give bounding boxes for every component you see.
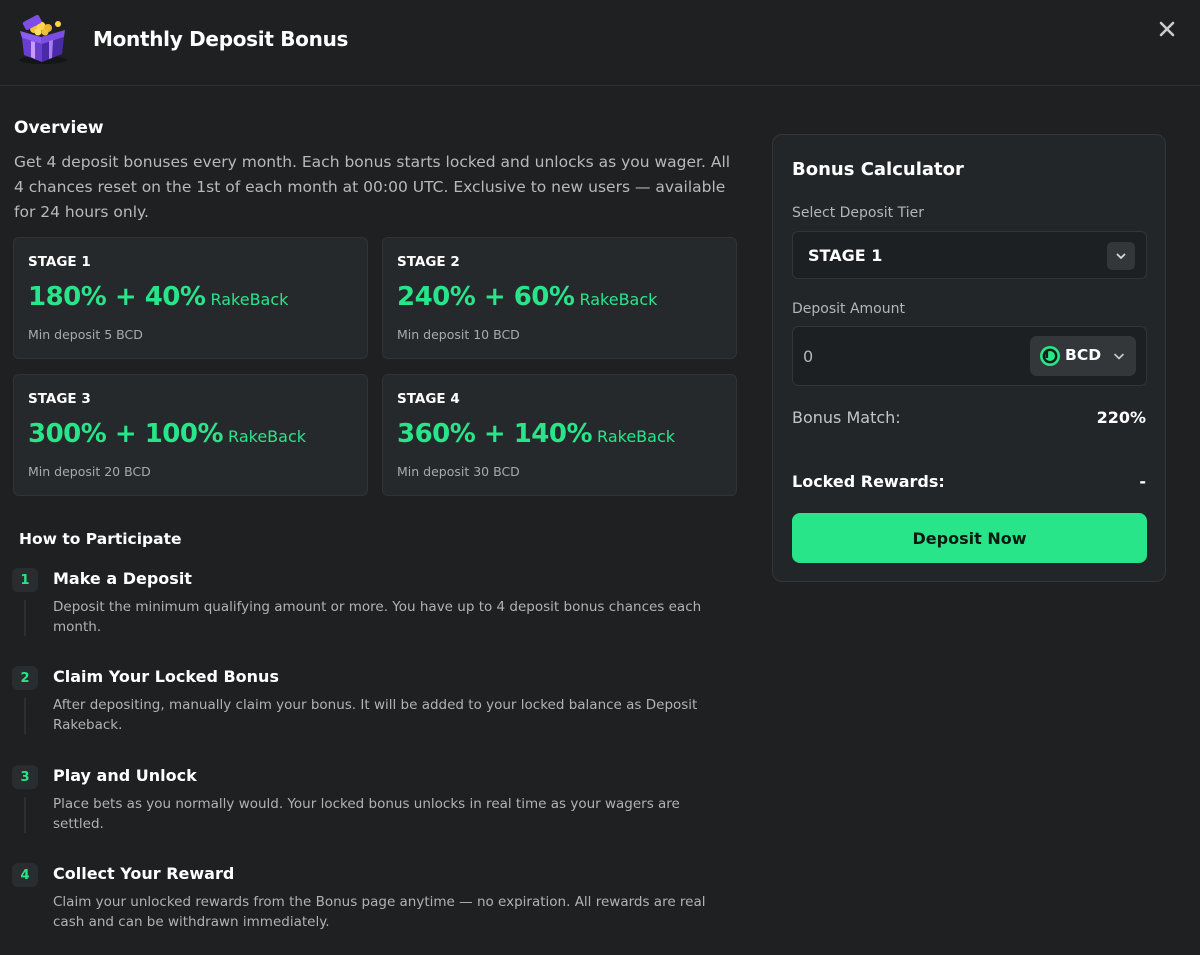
overview-heading: Overview: [14, 118, 104, 138]
stage-label: STAGE 4: [397, 391, 460, 407]
bonus-match-label: Bonus Match:: [792, 408, 901, 427]
step-number: 2: [12, 666, 38, 690]
stage-bonus: 180% + 40% RakeBack: [28, 282, 288, 312]
bonus-calculator-panel: Bonus Calculator Select Deposit Tier STA…: [772, 134, 1166, 582]
how-to-participate-heading: How to Participate: [19, 530, 182, 548]
chevron-down-icon: [1114, 353, 1124, 360]
modal-header: Monthly Deposit Bonus: [0, 0, 1200, 86]
amount-label: Deposit Amount: [792, 301, 905, 317]
deposit-amount-field: BCD: [792, 326, 1147, 386]
deposit-now-button[interactable]: Deposit Now: [792, 513, 1147, 563]
locked-rewards-label: Locked Rewards:: [792, 472, 945, 491]
gift-box-icon: [19, 14, 67, 64]
step-title: Claim Your Locked Bonus: [53, 667, 279, 686]
step-item: 4 Collect Your Reward Claim your unlocke…: [12, 863, 742, 943]
bcd-coin-icon: [1040, 346, 1060, 366]
stage-min-deposit: Min deposit 5 BCD: [28, 327, 143, 342]
step-description: Deposit the minimum qualifying amount or…: [53, 599, 702, 635]
step-title: Make a Deposit: [53, 569, 192, 588]
currency-label: BCD: [1065, 346, 1102, 364]
deposit-tier-select[interactable]: STAGE 1: [792, 231, 1147, 279]
stage-min-deposit: Min deposit 10 BCD: [397, 327, 520, 342]
deposit-amount-input[interactable]: [803, 337, 1013, 375]
stage-bonus-suffix: RakeBack: [579, 290, 658, 309]
step-item: 1 Make a Deposit Deposit the minimum qua…: [12, 568, 742, 648]
stage-label: STAGE 1: [28, 254, 91, 270]
stage-card-4: STAGE 4 360% + 140% RakeBack Min deposit …: [382, 374, 737, 496]
stage-card-2: STAGE 2 240% + 60% RakeBack Min deposit 1…: [382, 237, 737, 359]
step-description: Claim your unlocked rewards from the Bon…: [53, 894, 706, 930]
stage-bonus-value: 300% + 100%: [28, 419, 224, 449]
calculator-title: Bonus Calculator: [792, 159, 964, 180]
tier-label: Select Deposit Tier: [792, 205, 924, 221]
step-title: Collect Your Reward: [53, 864, 235, 883]
stage-label: STAGE 2: [397, 254, 460, 270]
step-description: Place bets as you normally would. Your l…: [53, 796, 680, 832]
step-connector: [24, 797, 26, 833]
close-icon: [1159, 21, 1175, 37]
locked-rewards-value: -: [1139, 472, 1146, 491]
stage-bonus: 360% + 140% RakeBack: [397, 419, 675, 449]
stage-card-1: STAGE 1 180% + 40% RakeBack Min deposit 5…: [13, 237, 368, 359]
step-description: After depositing, manually claim your bo…: [53, 697, 698, 733]
stage-bonus-value: 240% + 60%: [397, 282, 575, 312]
step-title: Play and Unlock: [53, 766, 197, 785]
overview-description: Get 4 deposit bonuses every month. Each …: [14, 153, 731, 221]
chevron-down-icon: [1116, 253, 1126, 259]
step-number: 3: [12, 765, 38, 789]
stage-bonus-value: 360% + 140%: [397, 419, 593, 449]
tier-dropdown-toggle[interactable]: [1107, 242, 1135, 270]
bonus-match-value: 220%: [1096, 408, 1146, 427]
stage-bonus: 240% + 60% RakeBack: [397, 282, 657, 312]
currency-select[interactable]: BCD: [1030, 336, 1136, 376]
step-item: 2 Claim Your Locked Bonus After depositi…: [12, 666, 742, 746]
stage-bonus-suffix: RakeBack: [210, 290, 289, 309]
stage-bonus-value: 180% + 40%: [28, 282, 206, 312]
stage-card-3: STAGE 3 300% + 100% RakeBack Min deposit …: [13, 374, 368, 496]
tier-selected-value: STAGE 1: [808, 246, 883, 265]
stage-min-deposit: Min deposit 20 BCD: [28, 464, 151, 479]
monthly-deposit-bonus-modal: Monthly Deposit Bonus Overview Get 4 dep…: [0, 0, 1200, 955]
stage-bonus-suffix: RakeBack: [228, 427, 306, 446]
modal-title: Monthly Deposit Bonus: [93, 27, 349, 51]
step-connector: [24, 698, 26, 734]
stage-bonus: 300% + 100% RakeBack: [28, 419, 306, 449]
step-number: 1: [12, 568, 38, 592]
stage-min-deposit: Min deposit 30 BCD: [397, 464, 520, 479]
stage-label: STAGE 3: [28, 391, 91, 407]
step-item: 3 Play and Unlock Place bets as you norm…: [12, 765, 742, 845]
stage-bonus-suffix: RakeBack: [597, 427, 675, 446]
step-number: 4: [12, 863, 38, 887]
step-connector: [24, 600, 26, 636]
close-button[interactable]: [1152, 14, 1182, 44]
